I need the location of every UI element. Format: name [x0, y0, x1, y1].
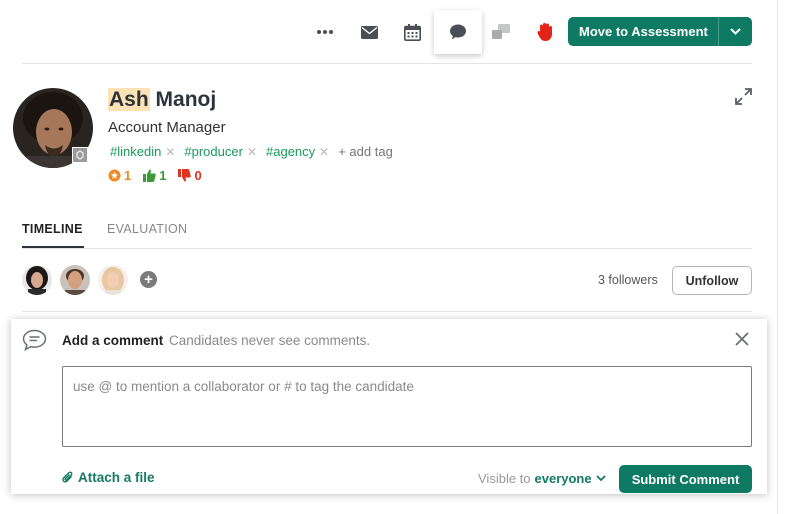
page-right-border: [777, 0, 778, 514]
candidate-name: Ash Manoj: [108, 88, 216, 112]
reject-hand-icon[interactable]: [523, 10, 567, 54]
submit-comment-button[interactable]: Submit Comment: [619, 465, 752, 493]
more-options-icon[interactable]: [303, 10, 347, 54]
move-to-stage-label: Move to Assessment: [579, 24, 708, 39]
tab-evaluation[interactable]: EVALUATION: [107, 222, 187, 236]
tag-agency[interactable]: #agency: [266, 144, 315, 159]
toolbar-divider: [22, 63, 752, 64]
linkedin-source-badge-icon: [72, 147, 88, 163]
star-count: 1: [124, 168, 132, 183]
follower-avatar[interactable]: [60, 265, 90, 295]
add-follower-button[interactable]: +: [140, 271, 157, 288]
comment-title: Add a comment: [62, 333, 164, 348]
paperclip-icon: [62, 471, 73, 483]
thumbs-down-icon: [178, 169, 192, 182]
thumbs-down-stat: 0: [178, 168, 202, 183]
move-to-stage-button[interactable]: Move to Assessment: [568, 17, 752, 46]
remove-tag-icon[interactable]: ✕: [165, 145, 175, 159]
close-icon[interactable]: [734, 331, 750, 352]
followers-count: 3 followers: [598, 273, 658, 287]
attach-file-label: Attach a file: [78, 470, 155, 485]
comment-icon[interactable]: [434, 10, 482, 54]
star-icon: [108, 169, 121, 182]
candidate-last-name: Manoj: [155, 88, 217, 111]
thumbs-down-count: 0: [194, 168, 202, 183]
tag-linkedin[interactable]: #linkedin: [110, 144, 161, 159]
comment-input[interactable]: [62, 366, 752, 447]
remove-tag-icon[interactable]: ✕: [247, 145, 257, 159]
visibility-prefix: Visible to: [478, 471, 531, 486]
add-tag-link[interactable]: + add tag: [338, 144, 393, 159]
rating-summary: 1 1 0: [108, 168, 214, 183]
unfollow-button[interactable]: Unfollow: [672, 266, 752, 295]
tab-timeline[interactable]: TIMELINE: [22, 222, 83, 236]
candidate-first-name: Ash: [108, 88, 150, 111]
thumbs-up-count: 1: [159, 168, 167, 183]
add-comment-panel: Add a comment Candidates never see comme…: [11, 319, 767, 494]
action-toolbar: Move to Assessment: [0, 10, 786, 54]
comment-privacy-note: Candidates never see comments.: [169, 333, 371, 348]
visibility-selector[interactable]: Visible to everyone: [478, 471, 606, 486]
followers-divider: [22, 311, 752, 312]
tabs-divider: [22, 248, 752, 249]
attach-file-link[interactable]: Attach a file: [62, 470, 155, 485]
star-rating-stat: 1: [108, 168, 131, 183]
chevron-down-icon: [595, 475, 606, 482]
follower-avatar[interactable]: [22, 265, 52, 295]
tag-producer[interactable]: #producer: [184, 144, 243, 159]
candidate-title: Account Manager: [108, 119, 226, 136]
tag-list: #linkedin ✕ #producer ✕ #agency ✕ + add …: [110, 144, 393, 159]
expand-icon[interactable]: [735, 88, 752, 110]
email-icon[interactable]: [347, 10, 391, 54]
calendar-icon[interactable]: [390, 10, 434, 54]
visibility-value: everyone: [534, 471, 592, 486]
comment-panel-title: Add a comment Candidates never see comme…: [62, 333, 370, 348]
follower-avatar[interactable]: [98, 265, 128, 295]
chevron-down-icon[interactable]: [719, 28, 752, 35]
thumbs-up-stat: 1: [143, 168, 166, 183]
comment-bubble-icon: [22, 329, 47, 356]
remove-tag-icon[interactable]: ✕: [319, 145, 329, 159]
sms-icon[interactable]: [479, 10, 523, 54]
thumbs-up-icon: [143, 169, 157, 182]
